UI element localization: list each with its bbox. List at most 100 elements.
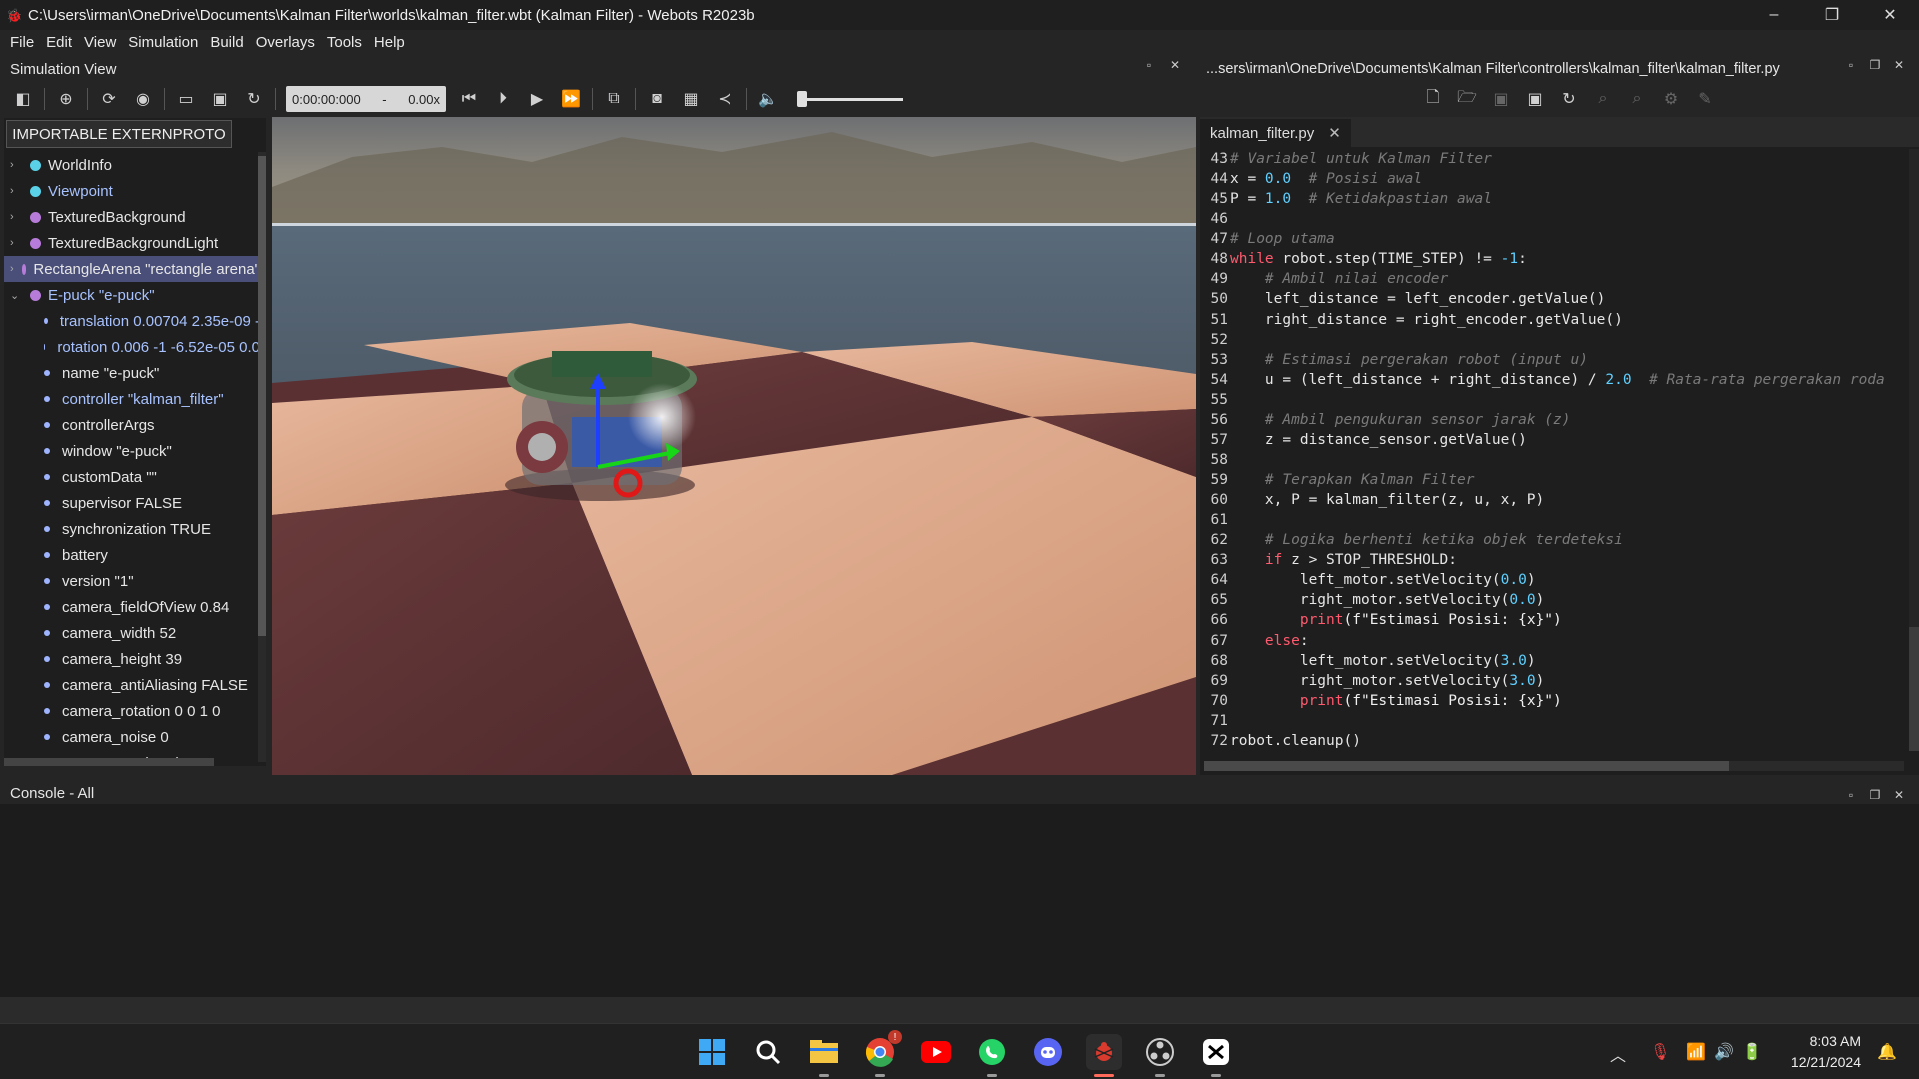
- view-eye-icon[interactable]: ◉: [126, 84, 160, 114]
- expand-chevron-icon[interactable]: ›: [10, 263, 16, 275]
- scene-tree-field[interactable]: version "1": [4, 568, 260, 594]
- editor-vscroll[interactable]: [1909, 149, 1919, 751]
- maximize-button[interactable]: ❐: [1803, 0, 1861, 30]
- expand-chevron-icon[interactable]: ›: [10, 211, 24, 223]
- scene-tree-field[interactable]: supervisor FALSE: [4, 490, 260, 516]
- console-close-icon[interactable]: ✕: [1892, 788, 1906, 802]
- screenshot-camera-icon[interactable]: ◙: [640, 84, 674, 114]
- scene-tree-field[interactable]: controller "kalman_filter": [4, 386, 260, 412]
- new-file-icon[interactable]: 🗋: [1416, 84, 1450, 114]
- battery-charging-icon[interactable]: 🔋: [1742, 1042, 1762, 1062]
- scene-tree-scroll-thumb[interactable]: [258, 156, 266, 636]
- scene-tree-node[interactable]: › TexturedBackgroundLight: [4, 230, 260, 256]
- scene-tree-hscroll[interactable]: [4, 758, 214, 766]
- scene-tree-field[interactable]: camera_height 39: [4, 646, 260, 672]
- scene-tree-field[interactable]: rotation 0.006 -1 -6.52e-05 0.0: [4, 334, 260, 360]
- scene-tree-field[interactable]: translation 0.00704 2.35e-09 -: [4, 308, 260, 334]
- code-area[interactable]: 43 # Variabel untuk Kalman Filter 44 x = 0.…: [1200, 149, 1907, 751]
- scene-tree-node[interactable]: › Viewpoint: [4, 178, 260, 204]
- find-icon[interactable]: ⌕: [1586, 84, 1620, 114]
- volume-mute-icon[interactable]: 🔈: [751, 84, 785, 114]
- menu-help[interactable]: Help: [368, 34, 411, 51]
- scene-tree-field[interactable]: camera_rotation 0 0 1 0: [4, 698, 260, 724]
- 3d-viewport[interactable]: [272, 117, 1196, 775]
- editor-close-icon[interactable]: ✕: [1892, 58, 1906, 72]
- revert-file-icon[interactable]: ↻: [1552, 84, 1586, 114]
- minimize-button[interactable]: –: [1745, 0, 1803, 30]
- menu-overlays[interactable]: Overlays: [250, 34, 321, 51]
- menu-build[interactable]: Build: [204, 34, 249, 51]
- scene-tree-field[interactable]: battery: [4, 542, 260, 568]
- show-hidden-icons-chevron-icon[interactable]: ︿: [1610, 1042, 1626, 1066]
- record-movie-icon[interactable]: ▦: [674, 84, 708, 114]
- sim-view-close-icon[interactable]: ✕: [1168, 58, 1182, 72]
- scene-tree-field[interactable]: camera_fieldOfView 0.84: [4, 594, 260, 620]
- editor-hscroll-thumb[interactable]: [1204, 761, 1729, 771]
- close-button[interactable]: ✕: [1861, 0, 1919, 30]
- share-icon[interactable]: ≺: [708, 84, 742, 114]
- scene-tree-field[interactable]: camera_antiAliasing FALSE: [4, 672, 260, 698]
- sim-view-float-icon[interactable]: ▫: [1142, 58, 1156, 72]
- menu-tools[interactable]: Tools: [321, 34, 368, 51]
- whatsapp-icon[interactable]: [974, 1034, 1010, 1077]
- open-file-icon[interactable]: 🗁: [1450, 84, 1484, 114]
- webots-taskbar-icon[interactable]: [1086, 1034, 1122, 1077]
- importable-externproto-button[interactable]: IMPORTABLE EXTERNPROTO: [6, 120, 232, 148]
- reload-world-icon[interactable]: ⟳: [92, 84, 126, 114]
- tab-close-icon[interactable]: ✕: [1328, 124, 1341, 142]
- notifications-bell-icon[interactable]: 🔔: [1877, 1042, 1897, 1062]
- scene-tree-node[interactable]: › RectangleArena "rectangle arena": [4, 256, 260, 282]
- editor-maximize-icon[interactable]: ❐: [1868, 58, 1882, 72]
- editor-float-icon[interactable]: ▫: [1844, 58, 1858, 72]
- save-world-icon[interactable]: ▣: [203, 84, 237, 114]
- scene-tree-node[interactable]: › WorldInfo: [4, 152, 260, 178]
- scene-tree-field[interactable]: camera_noise 0: [4, 724, 260, 750]
- build-gear-icon[interactable]: ⚙: [1654, 84, 1688, 114]
- scene-tree-field[interactable]: camera_width 52: [4, 620, 260, 646]
- start-windows-icon[interactable]: [694, 1034, 730, 1070]
- tab-kalman-filter-py[interactable]: kalman_filter.py ✕: [1200, 117, 1351, 147]
- expand-chevron-icon[interactable]: ›: [10, 159, 24, 171]
- step-icon[interactable]: ⏵: [486, 84, 520, 114]
- reset-simulation-icon[interactable]: ↻: [237, 84, 271, 114]
- scene-tree-field[interactable]: window "e-puck": [4, 438, 260, 464]
- wifi-icon[interactable]: 📶: [1686, 1042, 1706, 1062]
- scene-tree-scrollbar[interactable]: [258, 152, 266, 762]
- menu-edit[interactable]: Edit: [40, 34, 78, 51]
- scene-tree-node[interactable]: › TexturedBackground: [4, 204, 260, 230]
- chrome-icon[interactable]: !: [862, 1030, 902, 1077]
- microphone-icon[interactable]: 🎙: [1650, 1042, 1670, 1062]
- expand-chevron-icon[interactable]: ›: [10, 237, 24, 249]
- scene-tree-field[interactable]: controllerArgs: [4, 412, 260, 438]
- save-as-icon[interactable]: ▣: [1518, 84, 1552, 114]
- save-file-icon[interactable]: ▣: [1484, 84, 1518, 114]
- editor-vscroll-thumb[interactable]: [1909, 627, 1919, 751]
- toggle-scene-tree-icon[interactable]: ◧: [6, 84, 40, 114]
- search-icon[interactable]: [750, 1034, 786, 1070]
- menu-file[interactable]: File: [4, 34, 40, 51]
- view-cube-icon[interactable]: ⧉: [597, 84, 631, 114]
- scene-tree-field[interactable]: name "e-puck": [4, 360, 260, 386]
- scene-tree-field[interactable]: synchronization TRUE: [4, 516, 260, 542]
- fast-forward-icon[interactable]: ⏩: [554, 84, 588, 114]
- expand-chevron-icon[interactable]: ›: [10, 185, 24, 197]
- epuck-robot[interactable]: [505, 351, 697, 501]
- system-clock[interactable]: 8:03 AM 12/21/2024: [1791, 1031, 1861, 1073]
- capcut-icon[interactable]: [1198, 1034, 1234, 1077]
- menu-view[interactable]: View: [78, 34, 122, 51]
- scene-tree-field[interactable]: customData "": [4, 464, 260, 490]
- replace-icon[interactable]: ⌕: [1620, 84, 1654, 114]
- youtube-icon[interactable]: [918, 1034, 954, 1070]
- open-world-icon[interactable]: ▭: [169, 84, 203, 114]
- console-float-icon[interactable]: ▫: [1844, 788, 1858, 802]
- play-icon[interactable]: ▶: [520, 84, 554, 114]
- menu-simulation[interactable]: Simulation: [122, 34, 204, 51]
- editor-hscroll[interactable]: [1204, 761, 1904, 771]
- console-maximize-icon[interactable]: ❐: [1868, 788, 1882, 802]
- discord-icon[interactable]: [1030, 1034, 1066, 1070]
- volume-slider[interactable]: [797, 89, 903, 109]
- reset-to-start-icon[interactable]: ⏮: [452, 84, 486, 114]
- clean-brush-icon[interactable]: ✎: [1688, 84, 1722, 114]
- collapse-chevron-icon[interactable]: ⌄: [10, 289, 24, 302]
- scene-tree-node[interactable]: ⌄ E-puck "e-puck": [4, 282, 260, 308]
